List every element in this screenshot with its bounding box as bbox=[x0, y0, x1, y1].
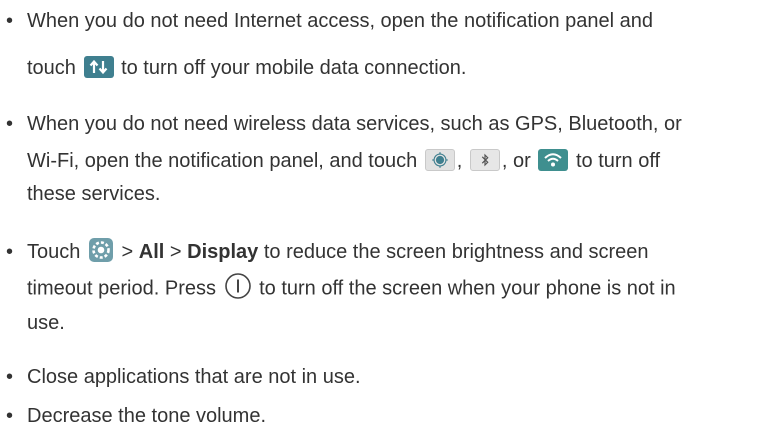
wifi-toggle-icon bbox=[538, 148, 569, 171]
tip-1-touch-label: touch bbox=[27, 57, 76, 79]
all-menu-label: All bbox=[138, 241, 165, 263]
bullet: • bbox=[6, 366, 14, 388]
bluetooth-toggle-icon bbox=[469, 148, 500, 171]
tip-2-text-3: these services. bbox=[27, 183, 161, 205]
gps-toggle-icon bbox=[424, 148, 455, 171]
tip-3-sep-1: > bbox=[121, 241, 134, 263]
bullet: • bbox=[6, 241, 14, 263]
tip-4-text: Close applications that are not in use. bbox=[27, 366, 361, 388]
power-key-icon bbox=[224, 272, 252, 300]
bullet: • bbox=[6, 405, 14, 427]
tip-3-text-1: Touch > All > Display to reduce the scre… bbox=[27, 237, 649, 266]
tip-2-sep-2: , or bbox=[501, 150, 531, 172]
tip-1-text-1: When you do not need Internet access, op… bbox=[27, 10, 653, 32]
settings-gear-icon bbox=[88, 237, 114, 263]
tip-2-sep-1: , bbox=[456, 150, 463, 172]
tip-3-after-icon: to turn off the screen when your phone i… bbox=[259, 277, 676, 300]
tip-3-text-2: timeout period. Press bbox=[27, 277, 216, 300]
tip-3-after: to reduce the screen brightness and scre… bbox=[263, 241, 649, 263]
tip-2-after-icon: to turn off bbox=[575, 150, 661, 172]
tip-3-line-2: timeout period. Press to turn off the sc… bbox=[27, 272, 676, 303]
bullet: • bbox=[6, 10, 14, 32]
tip-1-after-icon: to turn off your mobile data connection. bbox=[121, 57, 467, 79]
display-menu-label: Display bbox=[187, 241, 259, 263]
battery-tips-page: • When you do not need Internet access, … bbox=[0, 0, 757, 437]
tip-5-text: Decrease the tone volume. bbox=[27, 405, 267, 427]
bullet: • bbox=[6, 113, 14, 135]
tip-2-text-1: When you do not need wireless data servi… bbox=[27, 113, 682, 135]
mobile-data-toggle-icon bbox=[83, 55, 114, 78]
tip-3-touch-label: Touch bbox=[27, 241, 81, 263]
tip-3-text-3: use. bbox=[27, 312, 65, 334]
tip-1-line-2: touch to turn off your mobile data conne… bbox=[27, 55, 466, 81]
tip-3-sep-2: > bbox=[169, 241, 182, 263]
tip-3-line-3: use. bbox=[27, 310, 65, 336]
tip-2-line-3: these services. bbox=[27, 181, 160, 207]
tip-2-line-2: Wi-Fi, open the notification panel, and … bbox=[27, 148, 660, 174]
tip-2-text-2: Wi-Fi, open the notification panel, and … bbox=[27, 150, 418, 172]
